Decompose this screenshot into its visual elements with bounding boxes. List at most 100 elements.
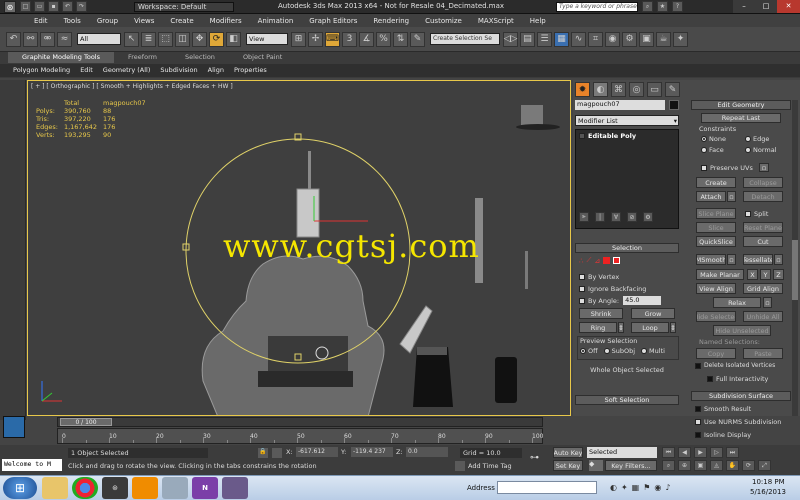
reference-coord-dropdown[interactable]: View	[246, 33, 288, 45]
edit-geometry-rollout-header[interactable]: Edit Geometry	[691, 100, 791, 110]
element-mode-icon[interactable]	[613, 257, 621, 264]
object-name-field[interactable]: magpouch07	[575, 100, 665, 110]
by-vertex-option[interactable]: By Vertex	[579, 273, 619, 281]
app-logo-icon[interactable]: ⊛	[4, 1, 16, 13]
lock-selection-icon[interactable]: 🔒	[258, 448, 268, 458]
move-icon[interactable]: ✥	[192, 31, 207, 47]
stack-expand-icon[interactable]	[579, 133, 585, 139]
menu-item-rendering[interactable]: Rendering	[365, 17, 417, 25]
remove-modifier-icon[interactable]: ⊘	[627, 212, 637, 222]
modifier-list-dropdown[interactable]: Modifier List ▾	[575, 115, 679, 126]
border-mode-icon[interactable]: ⊿	[594, 257, 600, 265]
menu-item-views[interactable]: Views	[126, 17, 162, 25]
menu-item-modifiers[interactable]: Modifiers	[202, 17, 250, 25]
angle-snap-icon[interactable]: ∡	[359, 31, 374, 47]
configure-sets-icon[interactable]: ⚙	[643, 212, 653, 222]
search-input[interactable]: Type a keyword or phrase	[556, 2, 638, 12]
scale-icon[interactable]: ◧	[226, 31, 241, 47]
time-tag-icon[interactable]	[455, 461, 465, 471]
render-production-icon[interactable]: ☕	[656, 31, 671, 47]
selection-rollout-header[interactable]: Selection	[575, 243, 679, 253]
loop-spinner[interactable]: ⇕	[670, 322, 676, 333]
key-mode-icon[interactable]: ◆	[589, 460, 603, 471]
absolute-mode-icon[interactable]	[272, 448, 282, 458]
zoom-icon[interactable]: ⌕	[662, 460, 675, 471]
motion-tab-icon[interactable]: ◎	[629, 82, 644, 97]
rendered-frame-icon[interactable]: ▣	[639, 31, 654, 47]
ignore-backfacing-option[interactable]: Ignore Backfacing	[579, 285, 646, 293]
layer-manager-icon[interactable]: ☰	[537, 31, 552, 47]
mini-curve-icon[interactable]	[3, 416, 25, 438]
selection-filter-dropdown[interactable]: All	[77, 33, 121, 45]
align-icon[interactable]: ▤	[520, 31, 535, 47]
pivot-icon[interactable]: ⊞	[291, 31, 306, 47]
start-button[interactable]: ⊞	[3, 477, 37, 499]
preview-option-off[interactable]: Off	[580, 347, 598, 355]
relax-settings-button[interactable]: ▫	[763, 297, 772, 308]
full-interactivity-option[interactable]: Full Interactivity	[707, 375, 768, 383]
smooth-result-option[interactable]: Smooth Result	[695, 405, 751, 413]
copy-button[interactable]: Copy	[696, 348, 736, 359]
bind-spacewarp-icon[interactable]: ≈	[57, 31, 72, 47]
planar-x-button[interactable]: X	[747, 269, 758, 280]
maximize-icon[interactable]: □	[755, 0, 777, 13]
close-icon[interactable]: ✕	[777, 0, 800, 13]
msmooth-settings-button[interactable]: ▫	[727, 254, 736, 265]
app-taskbar-icon[interactable]	[222, 477, 248, 499]
stack-item-editable-poly[interactable]: Editable Poly	[588, 132, 636, 140]
auto-key-button[interactable]: Auto Key	[553, 447, 583, 458]
menu-item-animation[interactable]: Animation	[250, 17, 302, 25]
object-color-swatch[interactable]	[669, 100, 679, 110]
msmooth-button[interactable]: MSmooth	[696, 254, 726, 265]
tessellate-settings-button[interactable]: ▫	[774, 254, 783, 265]
snaps-toggle-icon[interactable]: 3	[342, 31, 357, 47]
use-nurms-option[interactable]: Use NURMS Subdivision	[695, 418, 781, 426]
viewport[interactable]: [ + ] [ Orthographic ] [ Smooth + Highli…	[27, 80, 571, 416]
minimize-icon[interactable]: –	[733, 0, 755, 13]
isoline-display-option[interactable]: Isoline Display	[695, 431, 751, 439]
soft-selection-rollout-header[interactable]: Soft Selection	[575, 395, 679, 405]
explorer-taskbar-icon[interactable]	[42, 477, 68, 499]
quickslice-button[interactable]: QuickSlice	[696, 236, 736, 247]
constraint-option-normal[interactable]: Normal	[745, 146, 789, 154]
ribbon-subtab-properties[interactable]: Properties	[229, 64, 272, 77]
select-by-name-icon[interactable]: ≣	[141, 31, 156, 47]
split-option[interactable]: Split	[745, 210, 768, 218]
menu-item-edit[interactable]: Edit	[26, 17, 56, 25]
command-panel-scrollbar[interactable]	[792, 100, 798, 416]
menu-item-help[interactable]: Help	[522, 17, 554, 25]
make-unique-icon[interactable]: ∀	[611, 212, 621, 222]
goto-end-icon[interactable]: ⏭	[726, 447, 739, 458]
by-angle-option[interactable]: By Angle: 45.0	[579, 296, 662, 305]
polygon-mode-icon[interactable]	[603, 257, 611, 264]
add-time-tag[interactable]: Add Time Tag	[468, 462, 512, 470]
chrome-taskbar-icon[interactable]	[72, 477, 98, 499]
track-bar[interactable]: 0 10 20 30 40 50 60 70 80 90 100	[57, 428, 543, 444]
preview-option-subobj[interactable]: SubObj	[603, 347, 635, 355]
z-coord-field[interactable]: 0.0	[406, 447, 448, 457]
tray-icons[interactable]: ◐✦▦⚑◉♪	[610, 483, 710, 495]
modify-tab-icon[interactable]: ◐	[593, 82, 608, 97]
ribbon-subtab-align[interactable]: Align	[203, 64, 229, 77]
create-tab-icon[interactable]: ✹	[575, 82, 590, 97]
render-iterative-icon[interactable]: ✦	[673, 31, 688, 47]
utilities-tab-icon[interactable]: ✎	[665, 82, 680, 97]
undo-icon[interactable]: ↶	[62, 1, 73, 12]
time-slider[interactable]: 0 / 100	[57, 417, 543, 427]
address-bar[interactable]	[497, 481, 597, 494]
render-setup-icon[interactable]: ⚙	[622, 31, 637, 47]
undo-toolbar-icon[interactable]: ↶	[6, 31, 21, 47]
planar-z-button[interactable]: Z	[773, 269, 784, 280]
edge-mode-icon[interactable]: ⟋	[586, 256, 591, 265]
display-tab-icon[interactable]: ▭	[647, 82, 662, 97]
ribbon-tab-graphite-modeling-tools[interactable]: Graphite Modeling Tools	[8, 52, 115, 63]
grid-align-button[interactable]: Grid Align	[743, 283, 783, 294]
cut-button[interactable]: Cut	[743, 236, 783, 247]
zoom-extents-icon[interactable]: ▣	[694, 460, 707, 471]
x-coord-field[interactable]: -617.612	[296, 447, 338, 457]
repeat-last-button[interactable]: Repeat Last	[701, 113, 781, 123]
window-crossing-icon[interactable]: ◫	[175, 31, 190, 47]
clock-time[interactable]: 10:18 PM	[752, 478, 785, 486]
3dsmax-taskbar-icon[interactable]: ⊛	[102, 477, 128, 499]
curve-editor-icon[interactable]: ∿	[571, 31, 586, 47]
